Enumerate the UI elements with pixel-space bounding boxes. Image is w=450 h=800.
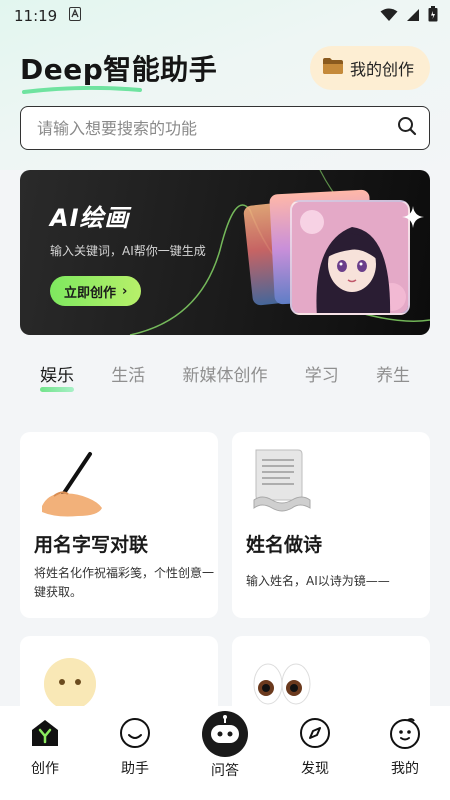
signal-icon bbox=[406, 7, 420, 26]
writing-hand-icon bbox=[42, 452, 102, 517]
tab-label: 生活 bbox=[111, 365, 146, 386]
tabbar-label: 发现 bbox=[301, 761, 329, 777]
card-title: 姓名做诗 bbox=[246, 534, 323, 556]
banner-subtitle: 输入关键词，AI帮你一键生成 bbox=[50, 244, 206, 258]
tab-health[interactable]: 养生 bbox=[376, 361, 410, 386]
artwork-card-front bbox=[290, 200, 410, 315]
profile-icon bbox=[390, 718, 420, 749]
status-bar: 11:19 bbox=[0, 0, 450, 32]
smile-icon bbox=[120, 718, 150, 748]
feature-card-name-couplet[interactable]: 用名字写对联 将姓名化作祝福彩笺，个性创意一键获取。 bbox=[20, 432, 218, 618]
search-icon[interactable] bbox=[397, 116, 417, 140]
tabbar-label: 我的 bbox=[391, 761, 419, 777]
tabbar-discover[interactable]: 发现 bbox=[275, 716, 355, 778]
ai-painting-banner[interactable]: AI绘画 输入关键词，AI帮你一键生成 立即创作 › bbox=[20, 170, 430, 335]
tabbar-qa[interactable]: 问答 bbox=[185, 710, 265, 780]
anime-girl-illustration bbox=[292, 202, 408, 313]
tabbar-assistant[interactable]: 助手 bbox=[95, 716, 175, 778]
card-description: 输入姓名，AI以诗为镜—— bbox=[246, 574, 390, 588]
my-creations-button[interactable]: 我的创作 bbox=[309, 46, 430, 90]
create-now-label: 立即创作 bbox=[64, 285, 117, 301]
tabbar-create[interactable]: 创作 bbox=[5, 716, 85, 778]
tab-label: 新媒体创作 bbox=[182, 365, 268, 386]
status-left: 11:19 bbox=[14, 7, 82, 25]
search-box[interactable] bbox=[20, 106, 430, 150]
banner-title: AI绘画 bbox=[50, 204, 130, 232]
tab-new-media[interactable]: 新媒体创作 bbox=[183, 361, 268, 386]
feature-card-4[interactable] bbox=[232, 636, 430, 716]
app-title: Deep智能助手 bbox=[20, 53, 218, 86]
eyes-icon bbox=[253, 663, 311, 705]
tabbar-mine[interactable]: 我的 bbox=[365, 716, 445, 778]
tabbar-label: 创作 bbox=[31, 761, 59, 777]
category-tabs: 娱乐 生活 新媒体创作 学习 养生 bbox=[20, 355, 430, 392]
tab-entertainment[interactable]: 娱乐 bbox=[40, 361, 74, 392]
sparkle-star-icon bbox=[402, 206, 424, 228]
tab-label: 养生 bbox=[376, 365, 410, 386]
active-tab-indicator bbox=[40, 386, 74, 392]
status-time: 11:19 bbox=[14, 7, 58, 25]
tab-study[interactable]: 学习 bbox=[305, 361, 339, 386]
tabbar-label: 助手 bbox=[121, 761, 149, 777]
tab-label: 学习 bbox=[304, 365, 339, 386]
bottom-tab-bar: 创作 助手 问答 发现 我的 bbox=[0, 706, 450, 800]
folder-icon bbox=[322, 57, 344, 79]
create-now-button[interactable]: 立即创作 › bbox=[50, 276, 142, 306]
app-title-wrap: Deep智能助手 bbox=[20, 48, 218, 94]
robot-icon bbox=[202, 711, 248, 757]
header: Deep智能助手 我的创作 bbox=[20, 44, 430, 94]
compass-icon bbox=[300, 718, 330, 748]
card-description: 将姓名化作祝福彩笺，个性创意一键获取。 bbox=[34, 566, 215, 599]
battery-icon bbox=[428, 6, 438, 26]
notification-icon bbox=[69, 7, 82, 25]
wifi-icon bbox=[380, 7, 398, 26]
search-input[interactable] bbox=[37, 118, 357, 138]
paper-scroll-icon bbox=[253, 449, 311, 512]
tab-label: 娱乐 bbox=[40, 365, 74, 386]
my-creations-label: 我的创作 bbox=[349, 60, 414, 79]
create-icon bbox=[32, 720, 58, 746]
status-right bbox=[380, 6, 438, 26]
sparkle-face-icon bbox=[44, 658, 96, 710]
tabbar-label: 问答 bbox=[211, 763, 239, 779]
feature-card-name-poem[interactable]: 姓名做诗 输入姓名，AI以诗为镜—— bbox=[232, 432, 430, 618]
chevron-right-icon: › bbox=[122, 283, 128, 299]
card-title: 用名字写对联 bbox=[34, 534, 149, 556]
feature-card-3[interactable] bbox=[20, 636, 218, 716]
tab-life[interactable]: 生活 bbox=[111, 361, 145, 386]
